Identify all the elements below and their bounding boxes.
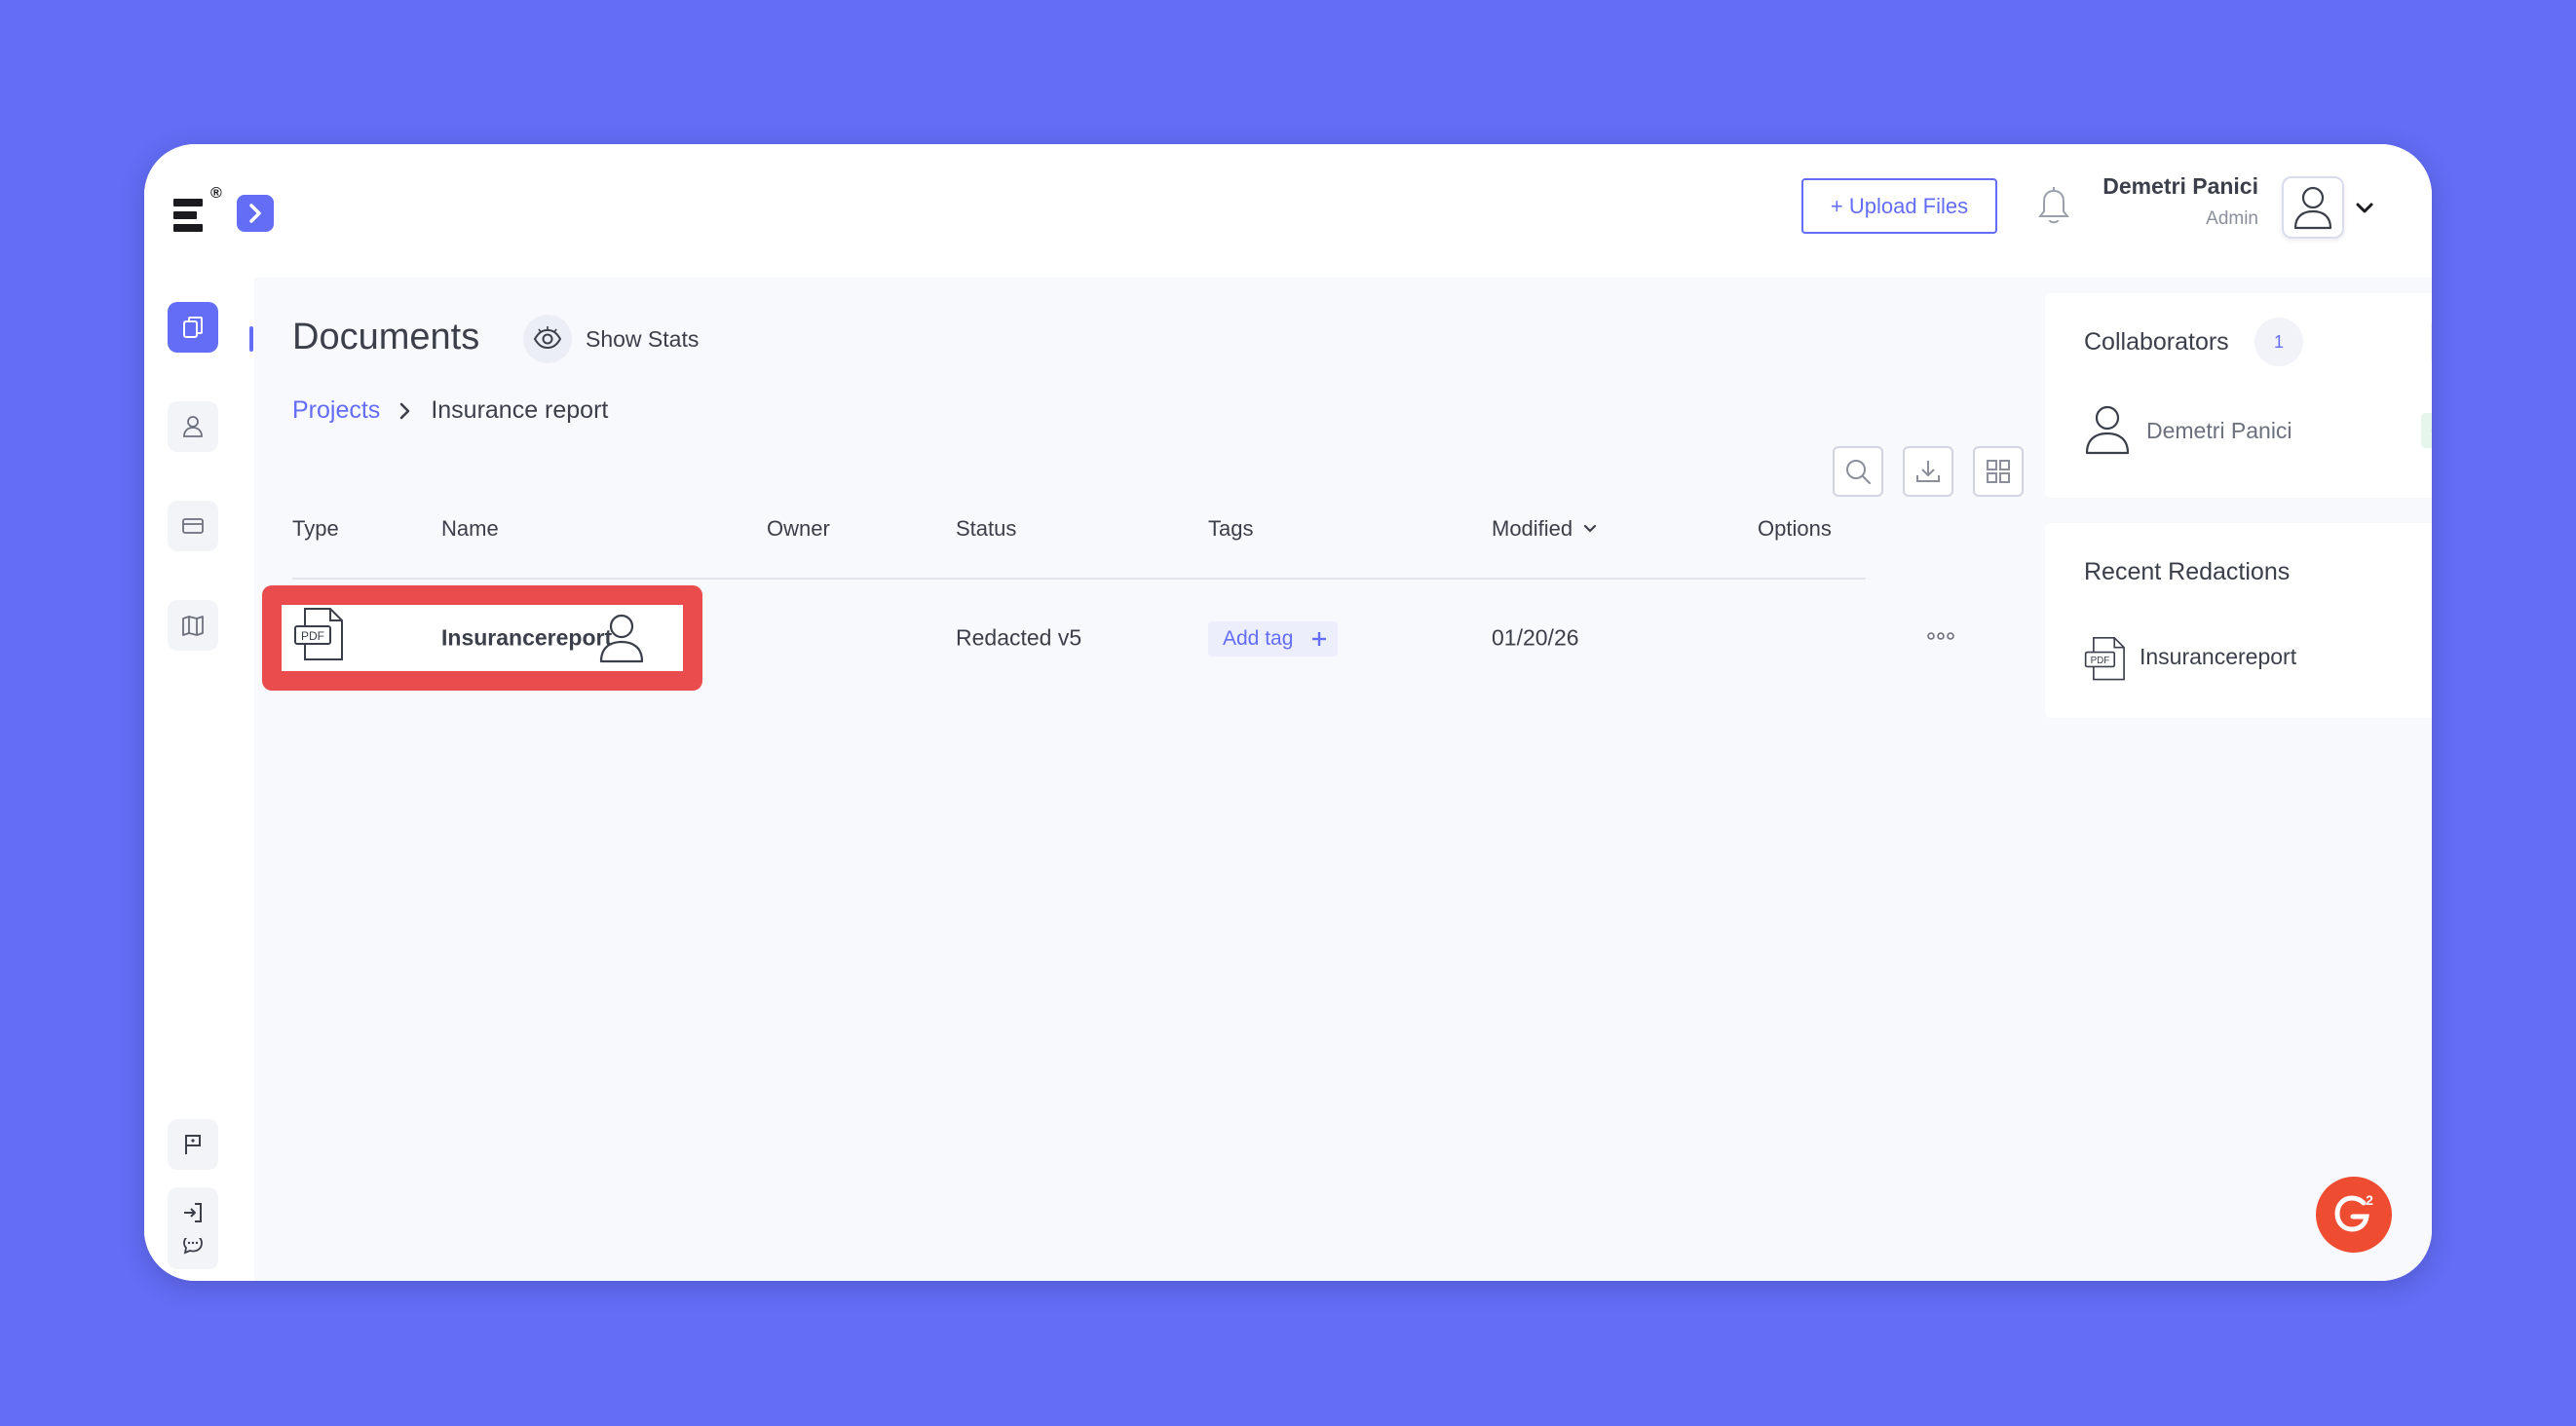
main-content: Documents Show Stats Projects Insurance … bbox=[254, 278, 2432, 1281]
user-icon bbox=[183, 416, 203, 437]
collaborator-name: Demetri Panici bbox=[2146, 418, 2292, 443]
eye-icon bbox=[533, 326, 562, 350]
document-name[interactable]: Insurancereport bbox=[441, 625, 612, 652]
column-header-status: Status bbox=[956, 516, 1017, 541]
sidebar-item-users[interactable] bbox=[168, 401, 218, 452]
column-header-modified-label: Modified bbox=[1492, 516, 1573, 541]
active-nav-indicator bbox=[249, 326, 253, 352]
recent-redactions-panel: Recent Redactions 1 PDF Insurancereport bbox=[2045, 523, 2432, 718]
recent-redaction-item[interactable]: Insurancereport bbox=[2140, 644, 2296, 670]
show-stats-label: Show Stats bbox=[586, 325, 700, 352]
download-button[interactable] bbox=[1903, 446, 1953, 497]
user-name: Demetri Panici bbox=[2102, 173, 2258, 199]
sidebar-item-report[interactable] bbox=[168, 1119, 218, 1170]
table-toolbar bbox=[1833, 446, 2024, 497]
svg-text:PDF: PDF bbox=[301, 629, 324, 643]
document-status: Redacted v5 bbox=[956, 624, 1082, 651]
collaborators-count: 1 bbox=[2254, 318, 2303, 366]
owner-avatar-icon bbox=[599, 614, 644, 663]
pdf-file-icon: PDF bbox=[2084, 637, 2125, 681]
column-header-name: Name bbox=[441, 516, 499, 541]
collaborator-role-badge: owner bbox=[2421, 413, 2432, 448]
stats-eye-wrap bbox=[523, 315, 572, 363]
upload-files-button[interactable]: + Upload Files bbox=[1801, 178, 1997, 234]
top-bar: ® + Upload Files Demetri Panici Admin bbox=[144, 144, 2432, 278]
chevron-right-icon bbox=[249, 204, 261, 223]
pdf-file-icon: PDF bbox=[294, 608, 343, 660]
g2-badge[interactable]: 2 bbox=[2316, 1177, 2392, 1253]
documents-icon bbox=[183, 317, 203, 338]
plus-icon bbox=[1312, 632, 1327, 646]
recent-redactions-title: Recent Redactions bbox=[2084, 558, 2291, 585]
column-header-options: Options bbox=[1758, 516, 1832, 541]
search-button[interactable] bbox=[1833, 446, 1883, 497]
sort-chevron-down-icon bbox=[1584, 524, 1597, 533]
flag-icon bbox=[185, 1135, 201, 1154]
svg-text:PDF: PDF bbox=[2091, 656, 2110, 666]
column-header-type: Type bbox=[292, 516, 339, 541]
app-window: ® + Upload Files Demetri Panici Admin Do… bbox=[144, 144, 2432, 1281]
column-header-owner: Owner bbox=[767, 516, 830, 541]
avatar[interactable] bbox=[2282, 176, 2344, 239]
user-avatar-icon bbox=[2293, 186, 2332, 230]
search-icon bbox=[1846, 460, 1871, 484]
breadcrumb-projects[interactable]: Projects bbox=[292, 396, 380, 425]
svg-text:2: 2 bbox=[2366, 1192, 2373, 1208]
collaborators-panel: Collaborators 1 Demetri Panici owner bbox=[2045, 293, 2432, 498]
column-header-modified[interactable]: Modified bbox=[1492, 516, 1598, 542]
sidebar bbox=[144, 278, 254, 1281]
page-title: Documents bbox=[292, 317, 480, 357]
sidebar-item-documents[interactable] bbox=[168, 302, 218, 353]
g2-logo-icon: 2 bbox=[2334, 1192, 2373, 1232]
collaborators-title: Collaborators bbox=[2084, 328, 2229, 356]
grid-icon bbox=[1987, 460, 2010, 483]
sidebar-expand-button[interactable] bbox=[237, 195, 274, 232]
breadcrumb: Projects Insurance report bbox=[292, 396, 608, 425]
user-role: Admin bbox=[2206, 208, 2258, 229]
document-modified: 01/20/26 bbox=[1492, 624, 1579, 651]
chevron-down-icon[interactable] bbox=[2354, 199, 2375, 218]
breadcrumb-current: Insurance report bbox=[431, 396, 609, 424]
column-header-tags: Tags bbox=[1208, 516, 1254, 541]
show-stats-button[interactable]: Show Stats bbox=[523, 315, 699, 363]
card-icon bbox=[182, 518, 204, 534]
sidebar-item-logout[interactable] bbox=[168, 1187, 218, 1238]
app-logo: ® bbox=[173, 185, 222, 236]
logout-icon bbox=[184, 1203, 202, 1222]
book-icon bbox=[182, 616, 204, 636]
collaborator-avatar-icon bbox=[2085, 405, 2130, 455]
download-icon bbox=[1916, 461, 1940, 482]
add-collaborator-button[interactable] bbox=[2431, 318, 2432, 366]
table-row[interactable]: PDF Insurancereport Redacted v5 Add tag … bbox=[254, 580, 1954, 691]
sidebar-item-billing[interactable] bbox=[168, 501, 218, 551]
sidebar-item-guide[interactable] bbox=[168, 600, 218, 651]
add-tag-button[interactable]: Add tag bbox=[1208, 621, 1339, 657]
chevron-right-icon bbox=[400, 402, 410, 419]
more-options-icon[interactable] bbox=[1926, 630, 1955, 642]
add-tag-label: Add tag bbox=[1223, 627, 1294, 650]
grid-view-button[interactable] bbox=[1973, 446, 2024, 497]
